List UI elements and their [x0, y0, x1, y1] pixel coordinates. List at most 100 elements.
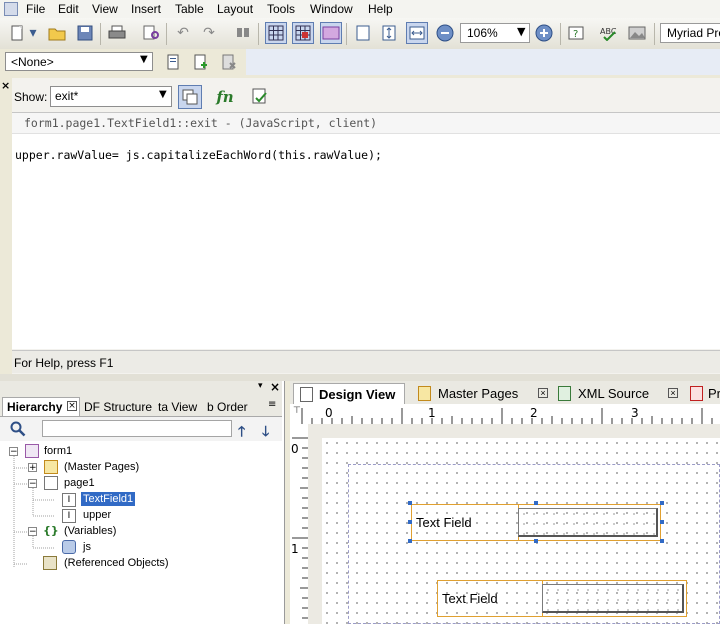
close-icon[interactable]: ×: [1, 79, 10, 92]
tab-master-pages[interactable]: Master Pages ×: [418, 383, 550, 404]
tab-hierarchy-label: Hierarchy: [7, 400, 63, 414]
functions-icon[interactable]: fn: [212, 85, 238, 109]
tree-item-form1[interactable]: form1: [44, 445, 72, 457]
menu-view[interactable]: View: [92, 2, 118, 16]
object-boundaries-icon[interactable]: [320, 22, 342, 44]
status-bar: For Help, press F1: [12, 350, 720, 373]
selection-handle[interactable]: [408, 539, 412, 543]
grid-icon[interactable]: [265, 22, 287, 44]
print-icon[interactable]: [106, 22, 128, 44]
ruler-left-label-0: 0: [291, 442, 299, 456]
tree-item-textfield1[interactable]: TextField1: [81, 492, 136, 506]
tab-pdf-preview[interactable]: Pr: [690, 383, 720, 404]
vertical-ruler: 0 1: [290, 424, 309, 624]
zoom-combobox[interactable]: 106% ▼: [460, 23, 530, 43]
zoom-in-icon[interactable]: [533, 22, 555, 44]
collapse-icon[interactable]: −: [28, 479, 37, 489]
close-tab-icon[interactable]: ×: [67, 401, 77, 411]
xml-icon: [558, 386, 571, 401]
spell-check-icon[interactable]: ABC: [598, 22, 620, 44]
open-folder-icon[interactable]: [46, 22, 68, 44]
close-tab-icon[interactable]: ×: [668, 388, 678, 398]
selection-handle[interactable]: [660, 539, 664, 543]
redo-icon[interactable]: ↷: [198, 22, 220, 44]
delete-page-icon[interactable]: [218, 51, 240, 73]
new-document-icon[interactable]: [6, 22, 28, 44]
tab-xml-source[interactable]: XML Source ×: [558, 383, 682, 404]
tab-tab-order[interactable]: b Order: [207, 400, 248, 414]
close-tab-icon[interactable]: ×: [538, 388, 548, 398]
search-icon[interactable]: [10, 421, 26, 440]
tree-item-page1[interactable]: page1: [64, 477, 95, 489]
field-help-icon[interactable]: ?: [566, 22, 588, 44]
save-icon[interactable]: [74, 22, 96, 44]
tab-pdf-structure[interactable]: DF Structure: [84, 400, 152, 414]
collapse-icon[interactable]: −: [9, 447, 18, 457]
ruler-left-label-1: 1: [291, 542, 299, 556]
font-combobox[interactable]: Myriad Pro: [660, 23, 720, 43]
tab-design-view[interactable]: Design View: [293, 383, 405, 404]
tab-data-view[interactable]: ta View: [158, 400, 197, 414]
move-up-icon[interactable]: 🡑: [238, 421, 245, 445]
selection-handle[interactable]: [534, 501, 538, 505]
menu-window[interactable]: Window: [310, 2, 353, 16]
pdf-icon: [690, 386, 703, 401]
close-icon[interactable]: ×: [270, 380, 280, 394]
expand-icon[interactable]: +: [28, 463, 37, 473]
script-header-line: form1.page1.TextField1::exit - (JavaScri…: [24, 116, 378, 130]
show-event-select[interactable]: exit* ▼: [50, 86, 172, 107]
tree-item-variables[interactable]: (Variables): [64, 525, 116, 537]
find-icon[interactable]: [232, 22, 254, 44]
menu-table[interactable]: Table: [175, 2, 204, 16]
fit-width-icon[interactable]: [406, 22, 428, 44]
textfield1-input-box[interactable]: [518, 508, 658, 537]
selection-handle[interactable]: [408, 501, 412, 505]
menu-insert[interactable]: Insert: [131, 2, 161, 16]
chevron-down-icon[interactable]: ▼: [517, 25, 525, 38]
menu-bar: File Edit View Insert Table Layout Tools…: [0, 0, 720, 18]
menu-layout[interactable]: Layout: [217, 2, 253, 16]
tree-item-upper[interactable]: upper: [83, 509, 111, 521]
collapse-icon[interactable]: −: [28, 527, 37, 537]
show-events-with-script-icon[interactable]: [178, 85, 202, 109]
chevron-down-icon[interactable]: ▼: [159, 89, 167, 100]
undo-icon[interactable]: ↶: [172, 22, 194, 44]
tab-hierarchy[interactable]: Hierarchy ×: [2, 397, 80, 416]
tabs-overflow-icon[interactable]: ≡: [268, 399, 276, 410]
menu-file[interactable]: File: [26, 2, 45, 16]
panel-menu-icon[interactable]: ▾: [258, 381, 263, 391]
tree-item-js[interactable]: js: [83, 541, 91, 553]
fit-height-icon[interactable]: [378, 22, 400, 44]
move-down-icon[interactable]: 🡓: [262, 421, 269, 445]
tree-item-master-pages[interactable]: (Master Pages): [64, 461, 139, 473]
panel-splitter[interactable]: [0, 374, 720, 381]
horizontal-ruler: ⊤ 0 1 2 3: [290, 404, 720, 425]
selection-handle[interactable]: [660, 501, 664, 505]
selection-handle[interactable]: [408, 520, 412, 524]
ruler-corner-marker: ⊤: [293, 406, 301, 416]
add-page-icon[interactable]: [190, 51, 212, 73]
textfield-icon: I: [62, 509, 76, 523]
preview-icon[interactable]: [140, 22, 162, 44]
menu-help[interactable]: Help: [368, 2, 393, 16]
hierarchy-search-input[interactable]: [42, 420, 232, 437]
zoom-out-icon[interactable]: [434, 22, 456, 44]
rulers-icon[interactable]: [352, 22, 374, 44]
selection-handle[interactable]: [534, 539, 538, 543]
chevron-down-icon[interactable]: ▼: [140, 54, 148, 65]
tree-item-referenced-objects[interactable]: (Referenced Objects): [64, 557, 169, 569]
upper-input-box[interactable]: [542, 584, 684, 613]
menu-edit[interactable]: Edit: [58, 2, 79, 16]
script-text-area[interactable]: form1.page1.TextField1::exit - (JavaScri…: [12, 112, 720, 349]
snap-grid-icon[interactable]: [292, 22, 314, 44]
object-select[interactable]: <None> ▼: [5, 52, 153, 71]
image-icon[interactable]: [626, 22, 648, 44]
new-dropdown-arrow-icon[interactable]: ▾: [26, 22, 40, 44]
menu-tools[interactable]: Tools: [267, 2, 295, 16]
page-icon[interactable]: [162, 51, 184, 73]
check-script-syntax-icon[interactable]: [248, 85, 272, 109]
tab-design-view-label: Design View: [319, 386, 396, 402]
upper-field[interactable]: Text Field: [437, 580, 687, 617]
selection-handle[interactable]: [660, 520, 664, 524]
textfield1[interactable]: Text Field: [411, 504, 661, 541]
